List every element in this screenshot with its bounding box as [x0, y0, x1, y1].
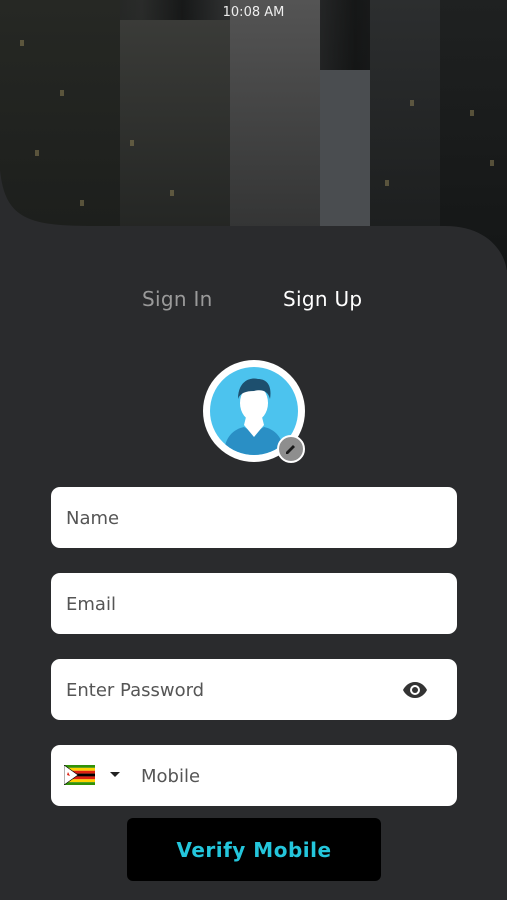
password-input[interactable] — [64, 659, 388, 722]
show-password-eye-icon[interactable] — [401, 677, 429, 703]
tab-sign-in[interactable]: Sign In — [142, 287, 213, 311]
email-input[interactable] — [64, 573, 388, 636]
name-field-container — [51, 487, 457, 550]
password-field-container — [51, 659, 457, 722]
zimbabwe-flag-icon — [64, 765, 95, 785]
chevron-down-icon — [110, 772, 120, 777]
mobile-input[interactable] — [139, 745, 433, 808]
verify-mobile-button[interactable]: Verify Mobile — [127, 818, 381, 881]
edit-avatar-button[interactable] — [277, 435, 305, 463]
email-field-container — [51, 573, 457, 636]
tab-sign-up[interactable]: Sign Up — [283, 287, 362, 311]
pencil-icon — [286, 445, 295, 454]
name-input[interactable] — [64, 487, 388, 550]
country-code-picker[interactable] — [64, 763, 124, 789]
status-bar-time: 10:08 AM — [222, 5, 285, 20]
mobile-field-container — [51, 745, 457, 808]
